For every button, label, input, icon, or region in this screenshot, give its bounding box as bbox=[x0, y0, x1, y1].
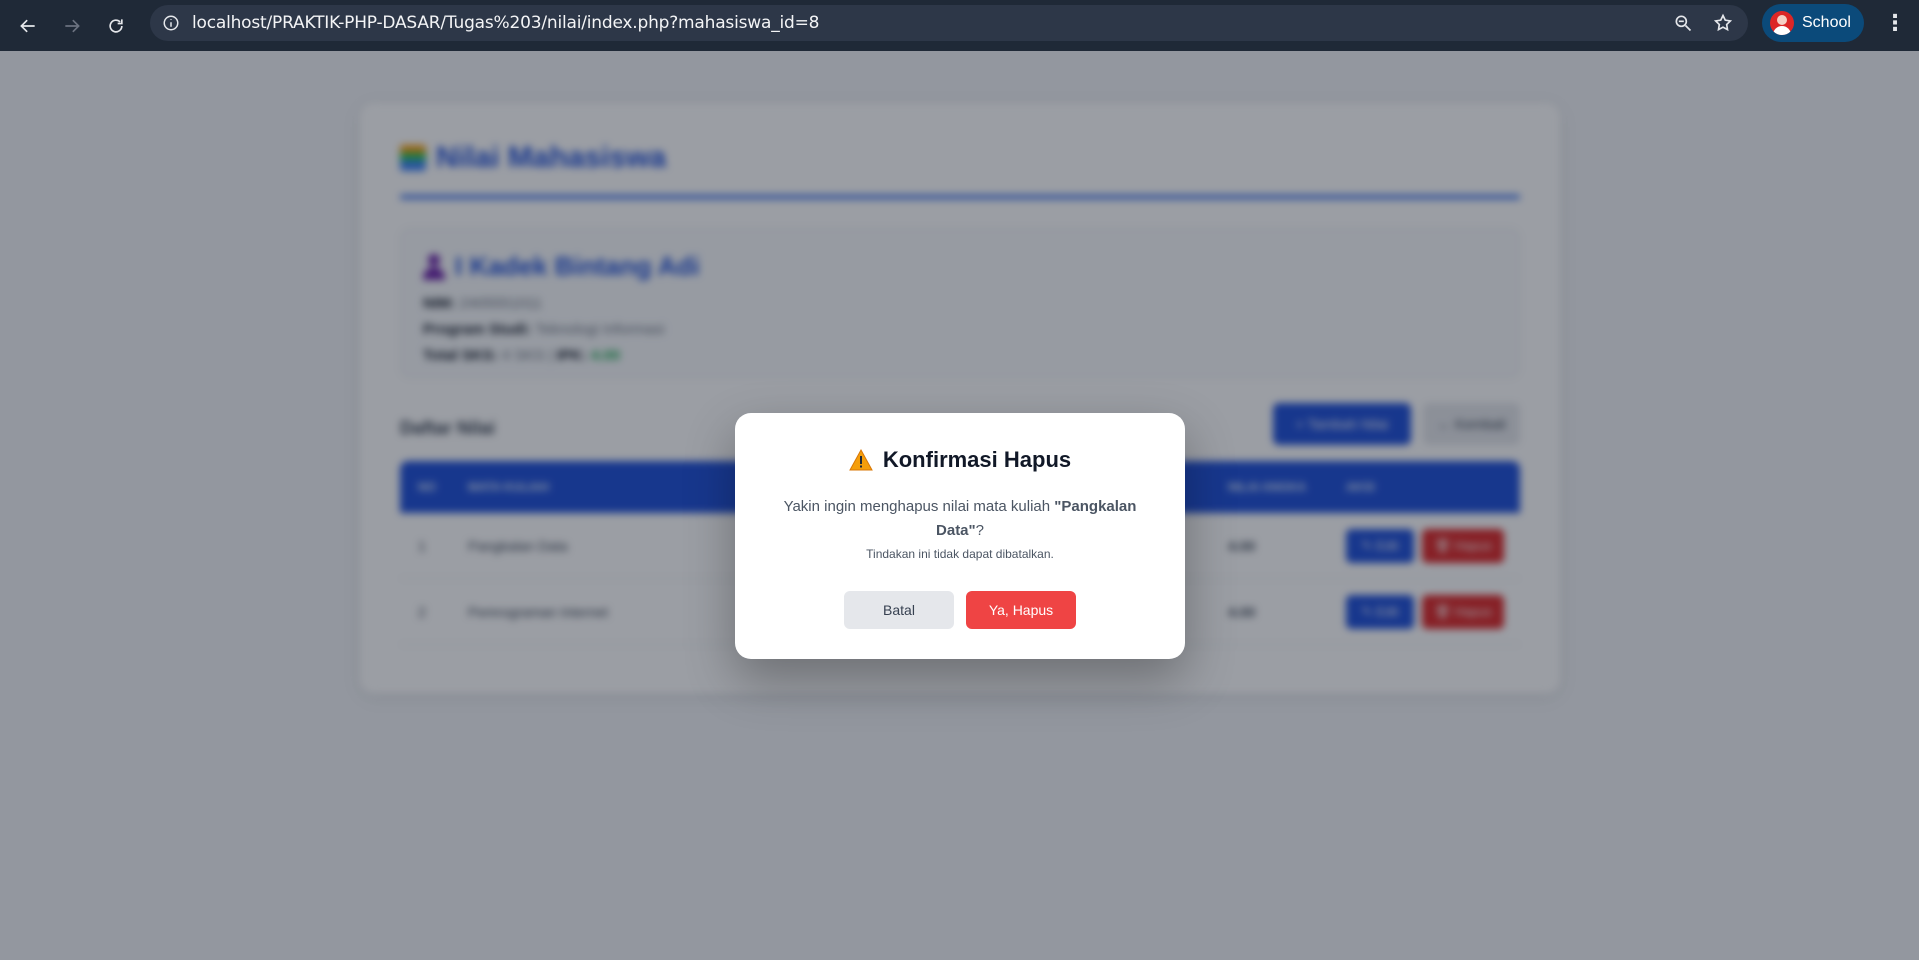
menu-dots-icon[interactable]: ⋮ bbox=[1880, 8, 1910, 38]
browser-toolbar: localhost/PRAKTIK-PHP-DASAR/Tugas%203/ni… bbox=[0, 0, 1919, 51]
url-text[interactable]: localhost/PRAKTIK-PHP-DASAR/Tugas%203/ni… bbox=[192, 13, 819, 33]
info-icon[interactable] bbox=[150, 14, 192, 32]
forward-arrow-icon[interactable] bbox=[50, 6, 94, 46]
warning-icon bbox=[849, 448, 873, 471]
profile-button[interactable]: School bbox=[1762, 4, 1864, 42]
dialog-note: Tindakan ini tidak dapat dibatalkan. bbox=[866, 547, 1054, 561]
confirm-delete-button[interactable]: Ya, Hapus bbox=[966, 591, 1076, 629]
address-bar[interactable]: localhost/PRAKTIK-PHP-DASAR/Tugas%203/ni… bbox=[150, 5, 1748, 41]
dialog-message: Yakin ingin menghapus nilai mata kuliah … bbox=[783, 498, 1137, 539]
cancel-button[interactable]: Batal bbox=[844, 591, 954, 629]
delete-confirm-dialog: Konfirmasi Hapus Yakin ingin menghapus n… bbox=[735, 413, 1185, 659]
reload-icon[interactable] bbox=[94, 6, 138, 46]
zoom-icon[interactable] bbox=[1668, 8, 1698, 38]
avatar bbox=[1770, 11, 1794, 35]
profile-name: School bbox=[1802, 14, 1851, 31]
star-icon[interactable] bbox=[1708, 8, 1738, 38]
back-arrow-icon[interactable] bbox=[6, 6, 50, 46]
dialog-title: Konfirmasi Hapus bbox=[735, 447, 1185, 473]
